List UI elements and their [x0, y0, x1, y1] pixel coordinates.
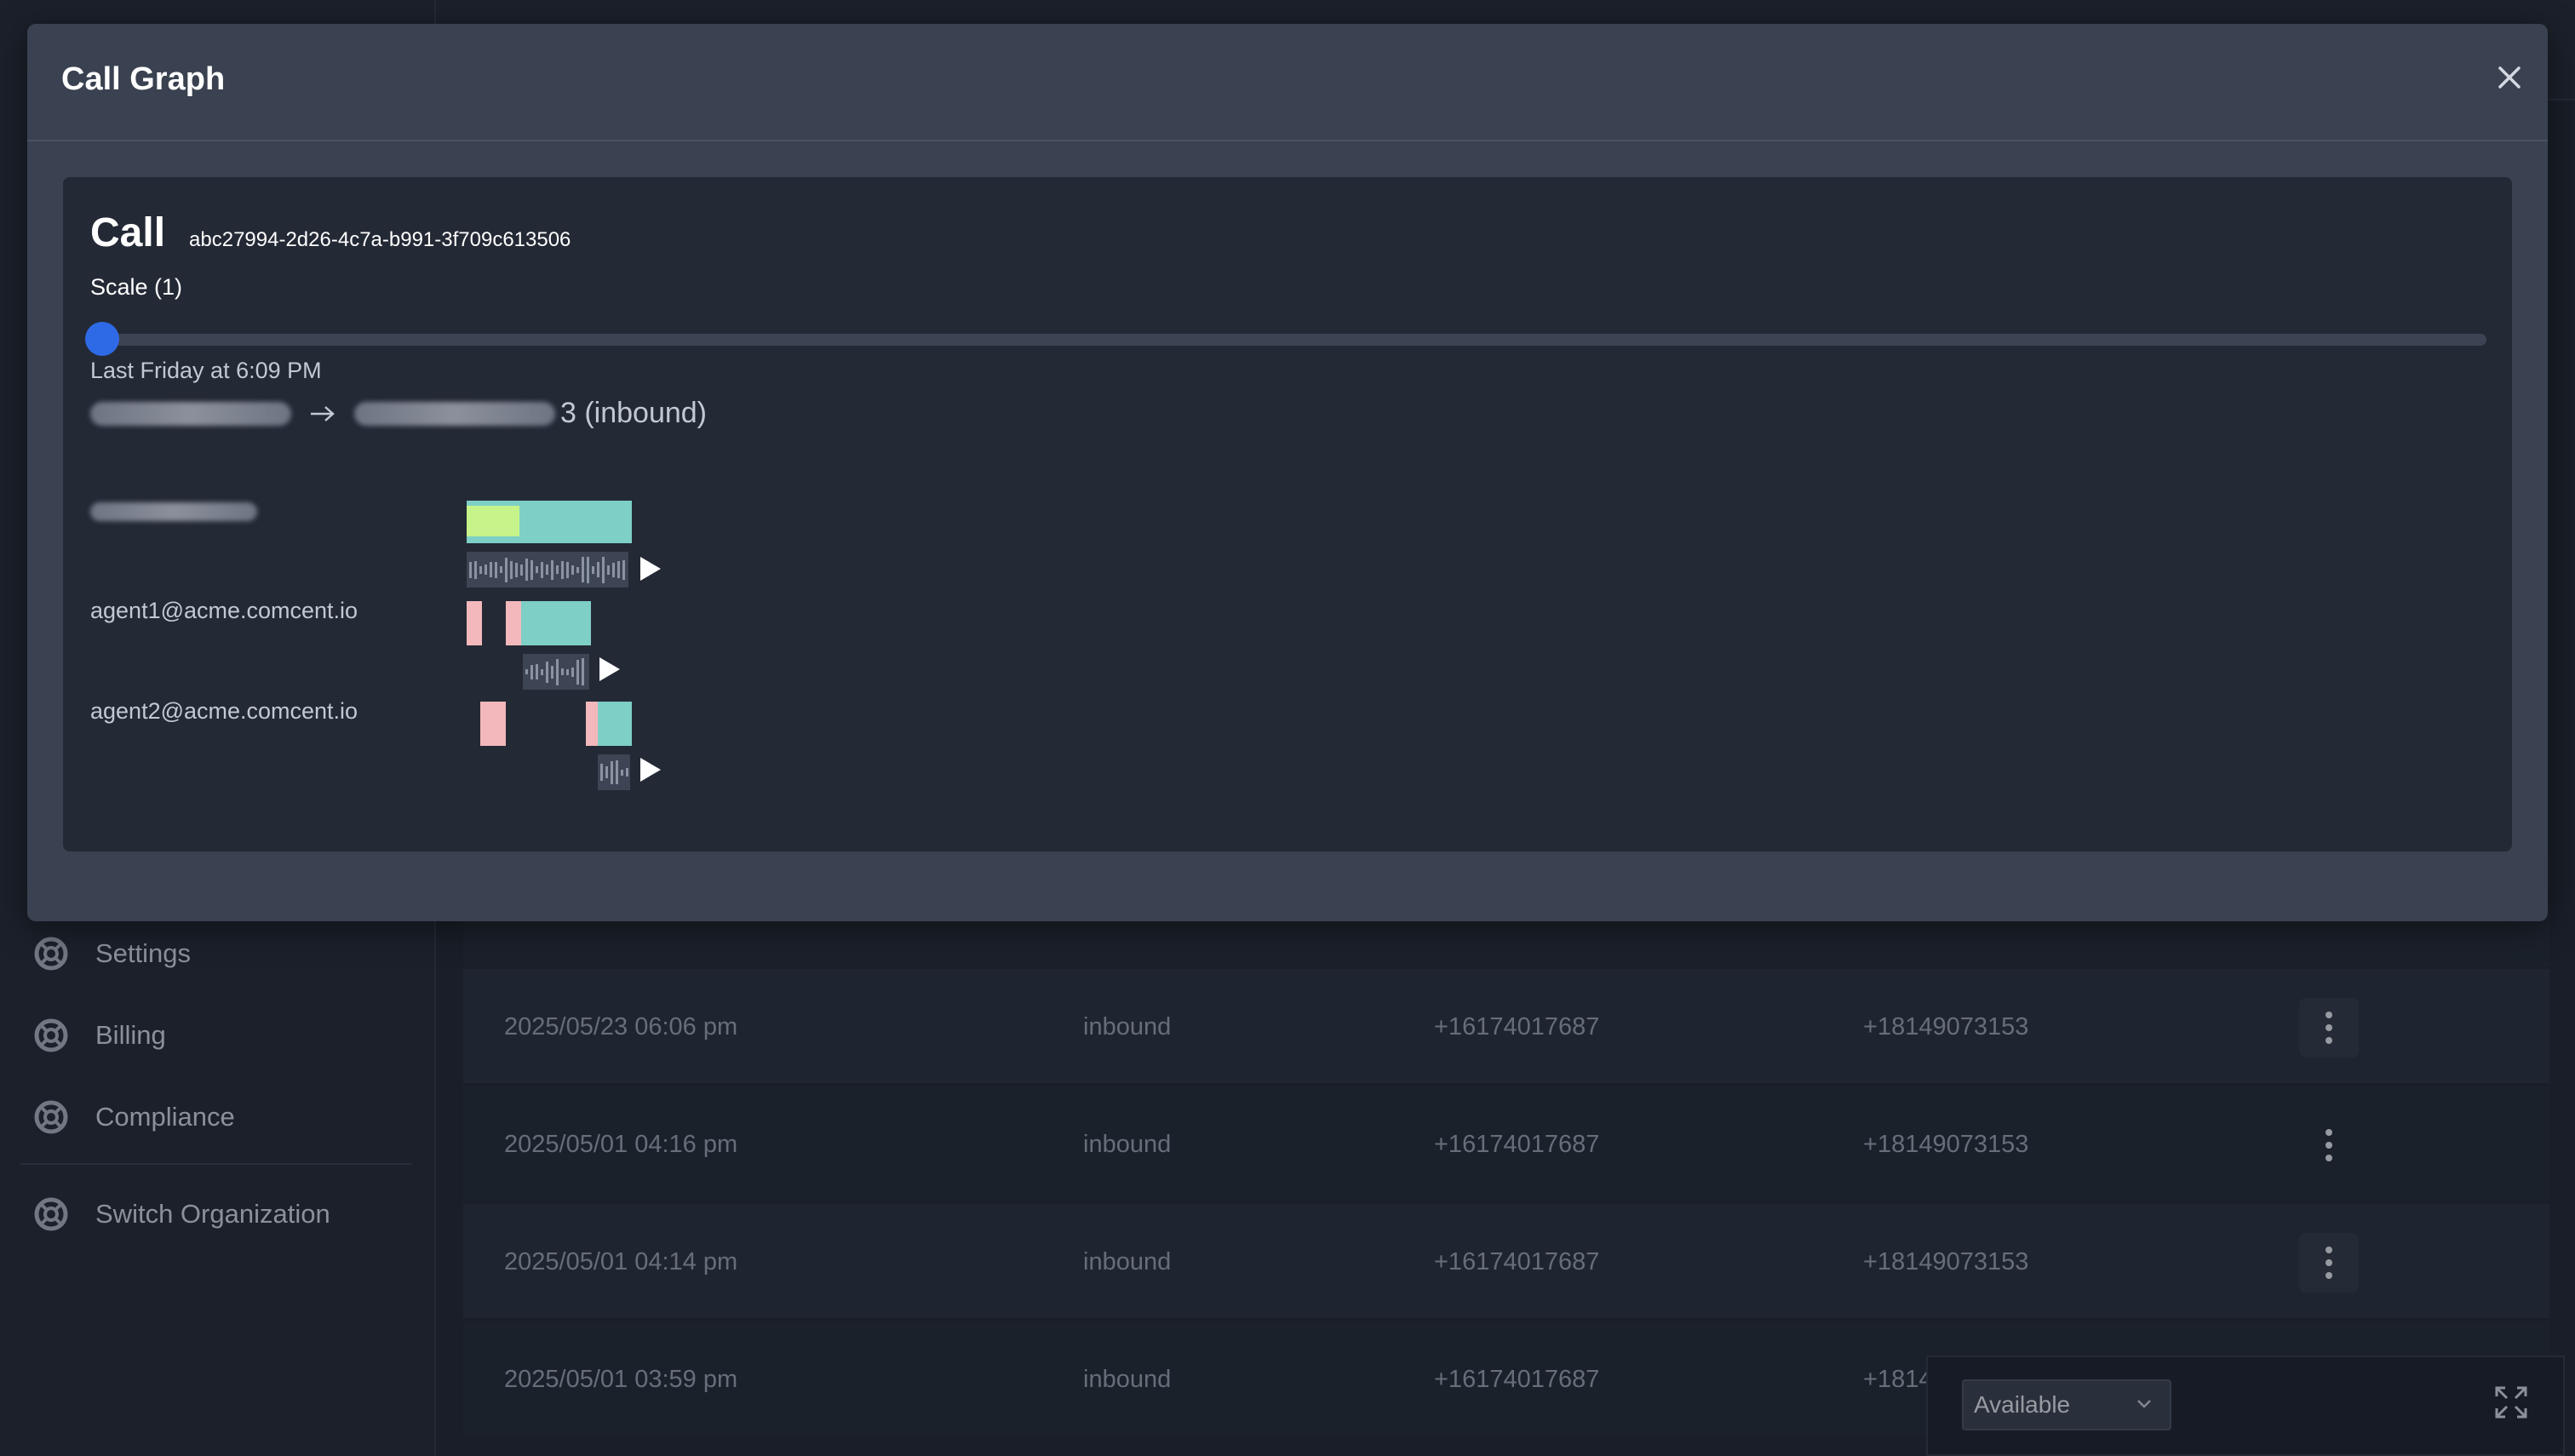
- audio-waveform[interactable]: [467, 552, 628, 588]
- talk-segment[interactable]: [521, 601, 591, 645]
- play-icon[interactable]: [637, 555, 662, 582]
- route-direction: 3 (inbound): [560, 397, 708, 429]
- ring-segment[interactable]: [467, 601, 482, 645]
- talk-segment[interactable]: [598, 702, 632, 746]
- lane-label-agent1: agent1@acme.comcent.io: [90, 598, 358, 623]
- modal-title: Call Graph: [61, 61, 226, 97]
- scale-slider-track[interactable]: [95, 334, 2486, 346]
- call-graph-modal: Call Graph Call abc27994-2d26-4c7a-b991-…: [27, 24, 2548, 921]
- play-icon[interactable]: [637, 756, 662, 783]
- call-label: Call: [90, 210, 166, 255]
- ivr-segment[interactable]: [467, 506, 519, 536]
- scale-label: Scale (1): [90, 274, 183, 300]
- call-timestamp: Last Friday at 6:09 PM: [90, 358, 322, 383]
- close-icon[interactable]: [2488, 56, 2531, 99]
- audio-waveform[interactable]: [523, 654, 589, 690]
- lane-label-agent2: agent2@acme.comcent.io: [90, 698, 358, 724]
- call-id: abc27994-2d26-4c7a-b991-3f709c613506: [189, 228, 571, 251]
- ring-segment[interactable]: [586, 702, 598, 746]
- redacted-caller-label: [90, 502, 257, 521]
- modal-header: Call Graph: [27, 24, 2548, 141]
- redacted-to-number: [354, 401, 555, 426]
- audio-waveform[interactable]: [598, 754, 630, 790]
- call-graph-panel: Call abc27994-2d26-4c7a-b991-3f709c61350…: [63, 177, 2512, 851]
- play-icon[interactable]: [596, 656, 622, 683]
- call-route: 3 (inbound): [90, 397, 707, 430]
- call-heading: Call abc27994-2d26-4c7a-b991-3f709c61350…: [90, 209, 571, 256]
- arrow-right-icon: [311, 405, 335, 421]
- scale-slider-thumb[interactable]: [85, 322, 119, 356]
- ring-segment[interactable]: [480, 702, 506, 746]
- redacted-from-number: [90, 401, 291, 426]
- ring-segment[interactable]: [506, 601, 521, 645]
